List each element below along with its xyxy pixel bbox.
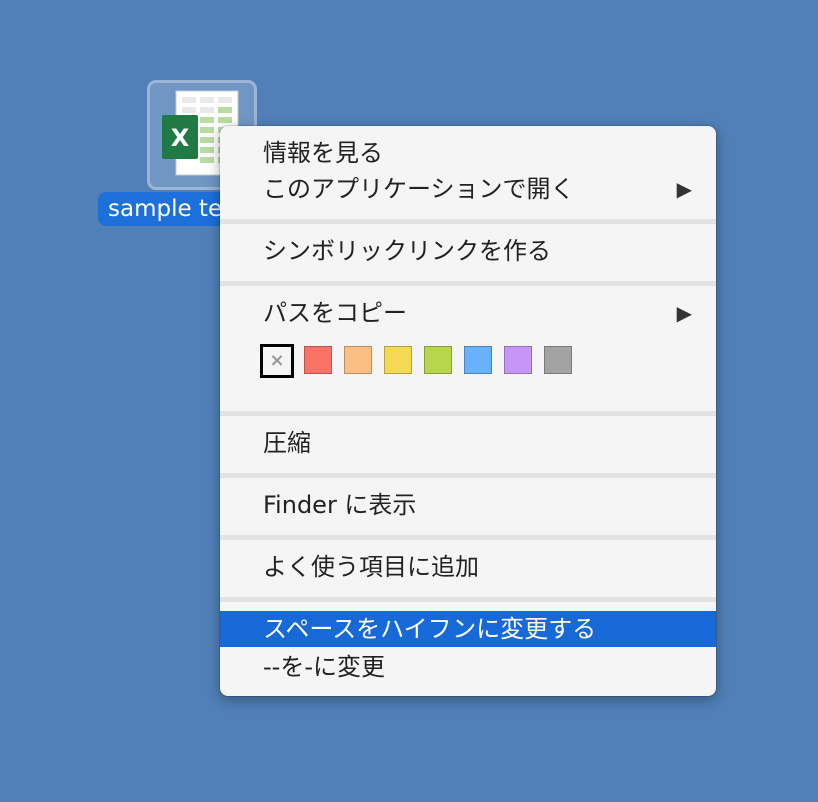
menu-item-compress[interactable]: 圧縮 xyxy=(220,425,716,461)
menu-item-replace-spaces-with-hyphens[interactable]: スペースをハイフンに変更する xyxy=(220,611,716,647)
menu-item-label: 圧縮 xyxy=(263,429,311,457)
menu-item-show-in-finder[interactable]: Finder に表示 xyxy=(220,487,716,523)
submenu-arrow-icon: ▶ xyxy=(676,177,692,201)
menu-item-label: Finder に表示 xyxy=(263,491,417,519)
menu-separator xyxy=(220,219,716,224)
tag-yellow-button[interactable] xyxy=(384,346,412,374)
menu-item-make-symlink[interactable]: シンボリックリンクを作る xyxy=(220,233,716,269)
tag-red-button[interactable] xyxy=(304,346,332,374)
context-menu: 情報を見る このアプリケーションで開く ▶ シンボリックリンクを作る パスをコピ… xyxy=(220,126,716,696)
menu-separator xyxy=(220,281,716,286)
menu-item-label: --を-に変更 xyxy=(263,653,385,681)
remove-tag-icon: × xyxy=(269,350,285,371)
menu-item-label: シンボリックリンクを作る xyxy=(263,237,551,265)
menu-separator xyxy=(220,535,716,540)
tag-none-button[interactable]: × xyxy=(260,344,294,378)
menu-item-label: 情報を見る xyxy=(263,139,383,167)
desktop-file-label[interactable]: sample te xyxy=(98,192,238,226)
excel-badge-letter: X xyxy=(171,124,190,152)
menu-item-label: よく使う項目に追加 xyxy=(263,553,479,581)
menu-separator xyxy=(220,473,716,478)
menu-item-label: パスをコピー xyxy=(263,299,407,327)
menu-item-label: スペースをハイフンに変更する xyxy=(263,615,597,643)
tag-blue-button[interactable] xyxy=(464,346,492,374)
menu-item-copy-path[interactable]: パスをコピー ▶ xyxy=(220,295,716,331)
menu-item-add-to-favorites[interactable]: よく使う項目に追加 xyxy=(220,549,716,585)
tag-green-button[interactable] xyxy=(424,346,452,374)
tag-purple-button[interactable] xyxy=(504,346,532,374)
menu-item-get-info[interactable]: 情報を見る xyxy=(220,135,716,171)
menu-separator xyxy=(220,597,716,602)
tag-gray-button[interactable] xyxy=(544,346,572,374)
menu-item-label: このアプリケーションで開く xyxy=(263,175,575,203)
menu-item-open-with[interactable]: このアプリケーションで開く ▶ xyxy=(220,171,716,207)
menu-separator xyxy=(220,411,716,416)
menu-item-replace-double-hyphen[interactable]: --を-に変更 xyxy=(220,649,716,685)
submenu-arrow-icon: ▶ xyxy=(676,301,692,325)
tag-orange-button[interactable] xyxy=(344,346,372,374)
desktop: X sample te 情報を見る このアプリケーションで開く ▶ シンボリック… xyxy=(0,0,818,802)
